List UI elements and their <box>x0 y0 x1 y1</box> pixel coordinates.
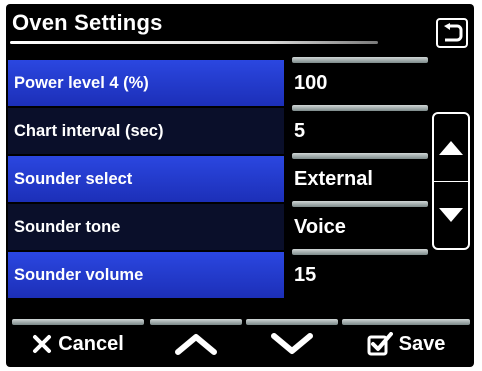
setting-value-field[interactable]: 100 <box>288 60 428 106</box>
setting-value-field[interactable]: 5 <box>288 108 428 154</box>
triangle-up-icon <box>438 140 464 156</box>
scroll-up-button[interactable] <box>434 114 468 182</box>
page-title: Oven Settings <box>12 10 163 35</box>
scroll-down-button[interactable] <box>434 181 468 248</box>
setting-label: Power level 4 (%) <box>8 60 284 106</box>
setting-row-sounder-volume[interactable]: Sounder volume 15 <box>8 249 428 298</box>
checkbox-checked-icon <box>367 332 393 356</box>
setting-row-sounder-tone[interactable]: Sounder tone Voice <box>8 201 428 250</box>
setting-label: Sounder select <box>8 156 284 202</box>
touch-screen: Oven Settings Power level 4 (%) 100 Char… <box>6 4 474 367</box>
save-button[interactable]: Save <box>342 323 470 365</box>
move-down-button[interactable] <box>246 323 338 365</box>
setting-row-chart-interval[interactable]: Chart interval (sec) 5 <box>8 105 428 154</box>
setting-label: Sounder tone <box>8 204 284 250</box>
setting-row-sounder-select[interactable]: Sounder select External <box>8 153 428 202</box>
close-icon <box>32 334 52 354</box>
title-underline <box>10 41 378 44</box>
setting-value-field[interactable]: 15 <box>288 252 428 298</box>
move-up-button[interactable] <box>150 323 242 365</box>
chevron-up-icon <box>174 332 218 356</box>
setting-label: Chart interval (sec) <box>8 108 284 154</box>
setting-row-power-level[interactable]: Power level 4 (%) 100 <box>8 57 428 106</box>
back-arrow-icon <box>441 23 463 43</box>
triangle-down-icon <box>438 207 464 223</box>
setting-value-field[interactable]: Voice <box>288 204 428 250</box>
setting-value-field[interactable]: External <box>288 156 428 202</box>
device-bezel: Oven Settings Power level 4 (%) 100 Char… <box>0 0 482 371</box>
chevron-down-icon <box>270 332 314 356</box>
scroll-control <box>432 112 470 250</box>
cancel-button[interactable]: Cancel <box>12 323 144 365</box>
cancel-label: Cancel <box>58 332 124 355</box>
back-button[interactable] <box>436 18 468 48</box>
setting-label: Sounder volume <box>8 252 284 298</box>
save-label: Save <box>398 332 446 355</box>
